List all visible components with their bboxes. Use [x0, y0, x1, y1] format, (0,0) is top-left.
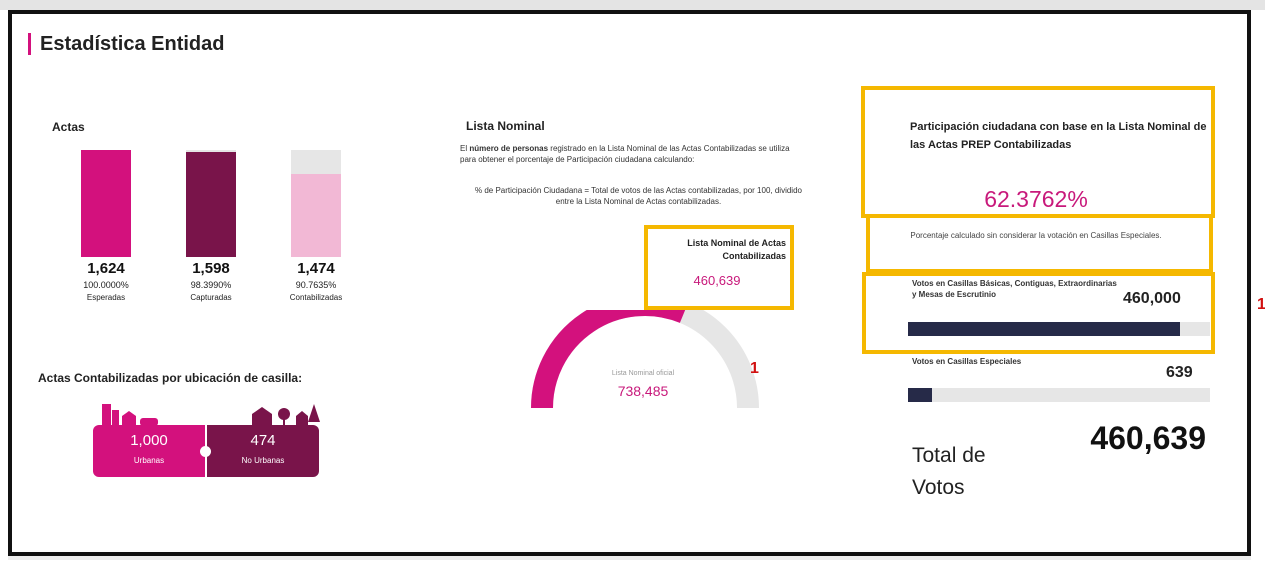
especiales-label: Votos en Casillas Especiales [912, 357, 1022, 366]
gauge-official-label: Lista Nominal oficial [611, 370, 675, 377]
lista-nominal-title: Lista Nominal [466, 119, 545, 133]
lista-nominal-description: El número de personas registrado en la L… [460, 143, 805, 165]
participacion-percent: 62.3762% [984, 186, 1088, 212]
buildings-icon [102, 404, 158, 426]
lista-nominal-callout: Lista Nominal de Actas Contabilizadas 46… [644, 225, 794, 310]
esperadas-count: 1,624 [87, 260, 125, 277]
urban-icons [100, 402, 160, 426]
capturadas-percent: 98.3990% [190, 280, 232, 290]
basicas-value: 460,000 [1123, 290, 1181, 307]
urbanas-count: 1,000 [130, 432, 168, 449]
trees-house-icon [252, 404, 320, 426]
participacion-note: Porcentaje calculado sin considerar la v… [910, 231, 1162, 240]
highlight-note [866, 214, 1213, 273]
browser-strip [0, 0, 1265, 10]
marker-1-right: 1 [1257, 296, 1265, 313]
no-urbanas-box[interactable]: 474 No Urbanas [207, 425, 319, 477]
bar-fill-esperadas [81, 150, 131, 257]
especiales-value: 639 [1166, 364, 1193, 381]
bar-capturadas[interactable] [186, 150, 236, 257]
participacion-title: Participación ciudadana con base en la L… [910, 121, 1207, 151]
total-value: 460,639 [1090, 420, 1206, 456]
rural-icons [248, 402, 320, 426]
esperadas-label: Esperadas [86, 293, 126, 302]
contabilizadas-count: 1,474 [297, 260, 335, 277]
ubicacion-title: Actas Contabilizadas por ubicación de ca… [38, 371, 303, 385]
especiales-progress-fill [908, 388, 933, 402]
desc-bold: número de personas [469, 144, 549, 153]
callout-title: Lista Nominal de Actas Contabilizadas [687, 238, 786, 261]
gauge-official-value: 738,485 [617, 383, 669, 399]
basicas-label: Votos en Casillas Básicas, Contiguas, Ex… [912, 279, 1117, 299]
title-accent-bar [28, 33, 31, 55]
no-urbanas-label: No Urbanas [241, 456, 285, 465]
participation-formula: % de Participación Ciudadana = Total de … [475, 186, 802, 206]
contabilizadas-percent: 90.7635% [295, 280, 337, 290]
urbanas-box[interactable]: 1,000 Urbanas [93, 425, 205, 477]
esperadas-percent: 100.0000% [83, 280, 129, 290]
basicas-progress-fill [908, 322, 1180, 336]
bar-esperadas[interactable] [81, 150, 131, 257]
page-title: Estadística Entidad [40, 33, 225, 55]
bar-fill-capturadas [186, 151, 236, 257]
no-urbanas-count: 474 [250, 432, 276, 449]
location-divider-dot [200, 446, 211, 457]
especiales-progress [908, 388, 1210, 402]
bar-contabilizadas[interactable] [291, 150, 341, 257]
actas-title: Actas [52, 120, 85, 134]
marker-1: 1 [750, 360, 759, 377]
capturadas-count: 1,598 [192, 260, 230, 277]
desc-prefix: El [460, 144, 468, 153]
capturadas-label: Capturadas [190, 293, 232, 302]
contabilizadas-label: Contabilizadas [289, 293, 343, 302]
basicas-progress [908, 322, 1210, 336]
total-label: Total de Votos [912, 444, 986, 499]
urbanas-label: Urbanas [133, 456, 165, 465]
callout-value: 460,639 [693, 273, 741, 288]
bar-fill-contabilizadas [291, 173, 341, 257]
